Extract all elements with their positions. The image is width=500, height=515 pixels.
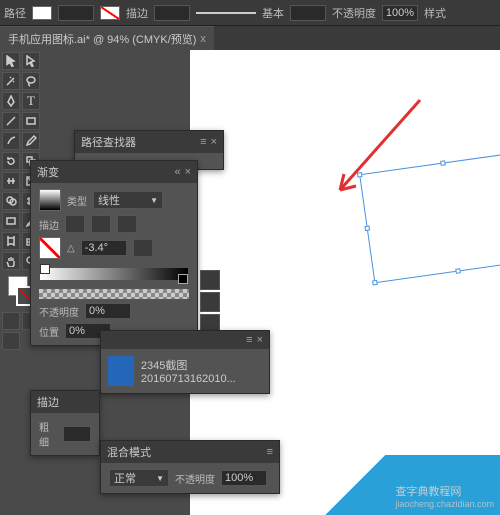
transparency-panel[interactable]: 混合模式 ≡ 正常▼ 不透明度 100% bbox=[100, 440, 280, 494]
opacity-value[interactable]: 100% bbox=[382, 5, 418, 21]
gradient-panel-tab[interactable]: 渐变 bbox=[37, 164, 59, 180]
selection-tool[interactable] bbox=[2, 52, 20, 70]
blend-mode-select[interactable]: 正常▼ bbox=[109, 469, 169, 487]
stroke-panel[interactable]: 描边 粗细 bbox=[30, 390, 100, 456]
transparency-panel-title: 混合模式 bbox=[107, 444, 151, 460]
stop-opacity-input[interactable]: 0% bbox=[85, 303, 131, 319]
panel-menu-icon[interactable]: ≡ bbox=[246, 334, 252, 346]
transparency-opacity-input[interactable]: 100% bbox=[221, 470, 267, 486]
gradient-ramp[interactable] bbox=[39, 267, 189, 281]
gradient-tool[interactable] bbox=[2, 212, 20, 230]
close-icon[interactable]: × bbox=[211, 136, 217, 148]
shape-builder-tool[interactable] bbox=[2, 192, 20, 210]
stroke-preset-dropdown[interactable] bbox=[290, 5, 326, 21]
annotation-arrow bbox=[320, 90, 440, 213]
stop-opacity-label: 不透明度 bbox=[39, 304, 79, 319]
stroke-apply-3-button[interactable] bbox=[117, 215, 137, 233]
fill-dropdown[interactable] bbox=[58, 5, 94, 21]
close-icon[interactable]: × bbox=[257, 334, 263, 346]
document-tab[interactable]: 手机应用图标.ai* @ 94% (CMYK/预览) x bbox=[0, 26, 214, 51]
width-tool[interactable] bbox=[2, 172, 20, 190]
transparency-opacity-label: 不透明度 bbox=[175, 471, 215, 486]
stroke-weight-label: 粗细 bbox=[39, 419, 57, 449]
gradient-stroke-label: 描边 bbox=[39, 217, 59, 232]
chevron-down-icon: ▼ bbox=[150, 196, 158, 205]
stop-position-label: 位置 bbox=[39, 324, 59, 339]
collapse-icon[interactable]: « bbox=[174, 166, 180, 178]
links-panel[interactable]: ≡× 2345截图20160713162010... bbox=[100, 330, 270, 394]
watermark: 查字典教程网 jiaocheng.chazidian.com bbox=[310, 455, 500, 515]
gradient-type-select[interactable]: 线性▼ bbox=[93, 191, 163, 209]
stroke-apply-1-button[interactable] bbox=[65, 215, 85, 233]
dock-swatches-icon[interactable] bbox=[200, 292, 220, 312]
gradient-preview-swatch[interactable] bbox=[39, 189, 61, 211]
link-thumbnail bbox=[107, 355, 135, 387]
hand-tool[interactable] bbox=[2, 252, 20, 270]
aspect-ratio-button[interactable] bbox=[133, 239, 153, 257]
fill-swatch[interactable] bbox=[32, 6, 52, 20]
artboard-tool[interactable] bbox=[2, 232, 20, 250]
brush-tool[interactable] bbox=[2, 132, 20, 150]
panel-menu-icon[interactable]: ≡ bbox=[200, 136, 206, 148]
opacity-label: 不透明度 bbox=[332, 5, 376, 21]
stroke-panel-header[interactable]: 描边 bbox=[31, 391, 99, 413]
gradient-type-label: 类型 bbox=[67, 193, 87, 208]
pen-tool[interactable] bbox=[2, 92, 20, 110]
path-label: 路径 bbox=[4, 5, 26, 21]
gradient-stop-row[interactable] bbox=[39, 289, 189, 299]
color-mode-button[interactable] bbox=[2, 312, 20, 330]
options-bar: 路径 描边 基本 不透明度 100% 样式 bbox=[0, 0, 500, 26]
gradient-panel-header[interactable]: 渐变 « × bbox=[31, 161, 197, 183]
tab-bar: 手机应用图标.ai* @ 94% (CMYK/预览) x bbox=[0, 26, 500, 50]
close-icon[interactable]: x bbox=[200, 33, 206, 45]
type-tool[interactable]: T bbox=[22, 92, 40, 110]
watermark-text: 查字典教程网 bbox=[395, 483, 494, 499]
gradient-stroke-swatch[interactable] bbox=[39, 237, 61, 259]
angle-label: △ bbox=[67, 243, 75, 254]
stroke-weight-input[interactable] bbox=[63, 426, 91, 442]
stroke-panel-tab[interactable]: 描边 bbox=[37, 394, 59, 410]
pencil-tool[interactable] bbox=[22, 132, 40, 150]
lasso-tool[interactable] bbox=[22, 72, 40, 90]
stroke-weight-dropdown[interactable] bbox=[154, 5, 190, 21]
stroke-swatch[interactable] bbox=[100, 6, 120, 20]
panel-menu-icon[interactable]: ≡ bbox=[267, 446, 273, 458]
dock-color-icon[interactable] bbox=[200, 270, 220, 290]
link-filename: 2345截图20160713162010... bbox=[141, 357, 263, 385]
chevron-down-icon: ▼ bbox=[156, 474, 164, 483]
magic-wand-tool[interactable] bbox=[2, 72, 20, 90]
links-panel-header[interactable]: ≡× bbox=[101, 331, 269, 349]
watermark-url: jiaocheng.chazidian.com bbox=[395, 499, 494, 509]
gradient-angle-input[interactable]: -3.4° bbox=[81, 240, 127, 256]
gradient-panel[interactable]: 渐变 «× 类型 线性▼ 描边 △ -3.4° 不透明度 0% 位置 0% bbox=[30, 160, 198, 346]
screen-mode-button[interactable] bbox=[2, 332, 20, 350]
stroke-apply-2-button[interactable] bbox=[91, 215, 111, 233]
line-tool[interactable] bbox=[2, 112, 20, 130]
close-icon[interactable]: × bbox=[185, 166, 191, 178]
document-tab-title: 手机应用图标.ai* @ 94% (CMYK/预览) bbox=[8, 31, 196, 47]
transparency-panel-header[interactable]: 混合模式 ≡ bbox=[101, 441, 279, 463]
pathfinder-panel-header[interactable]: 路径查找器 ≡ × bbox=[75, 131, 223, 153]
pathfinder-panel-title: 路径查找器 bbox=[81, 134, 136, 150]
stroke-label: 描边 bbox=[126, 5, 148, 21]
stroke-preset-label: 基本 bbox=[262, 5, 284, 21]
rectangle-tool[interactable] bbox=[22, 112, 40, 130]
rotate-tool[interactable] bbox=[2, 152, 20, 170]
style-label: 样式 bbox=[424, 5, 446, 21]
direct-selection-tool[interactable] bbox=[22, 52, 40, 70]
stroke-preview bbox=[196, 9, 256, 17]
link-item[interactable]: 2345截图20160713162010... bbox=[105, 353, 265, 389]
